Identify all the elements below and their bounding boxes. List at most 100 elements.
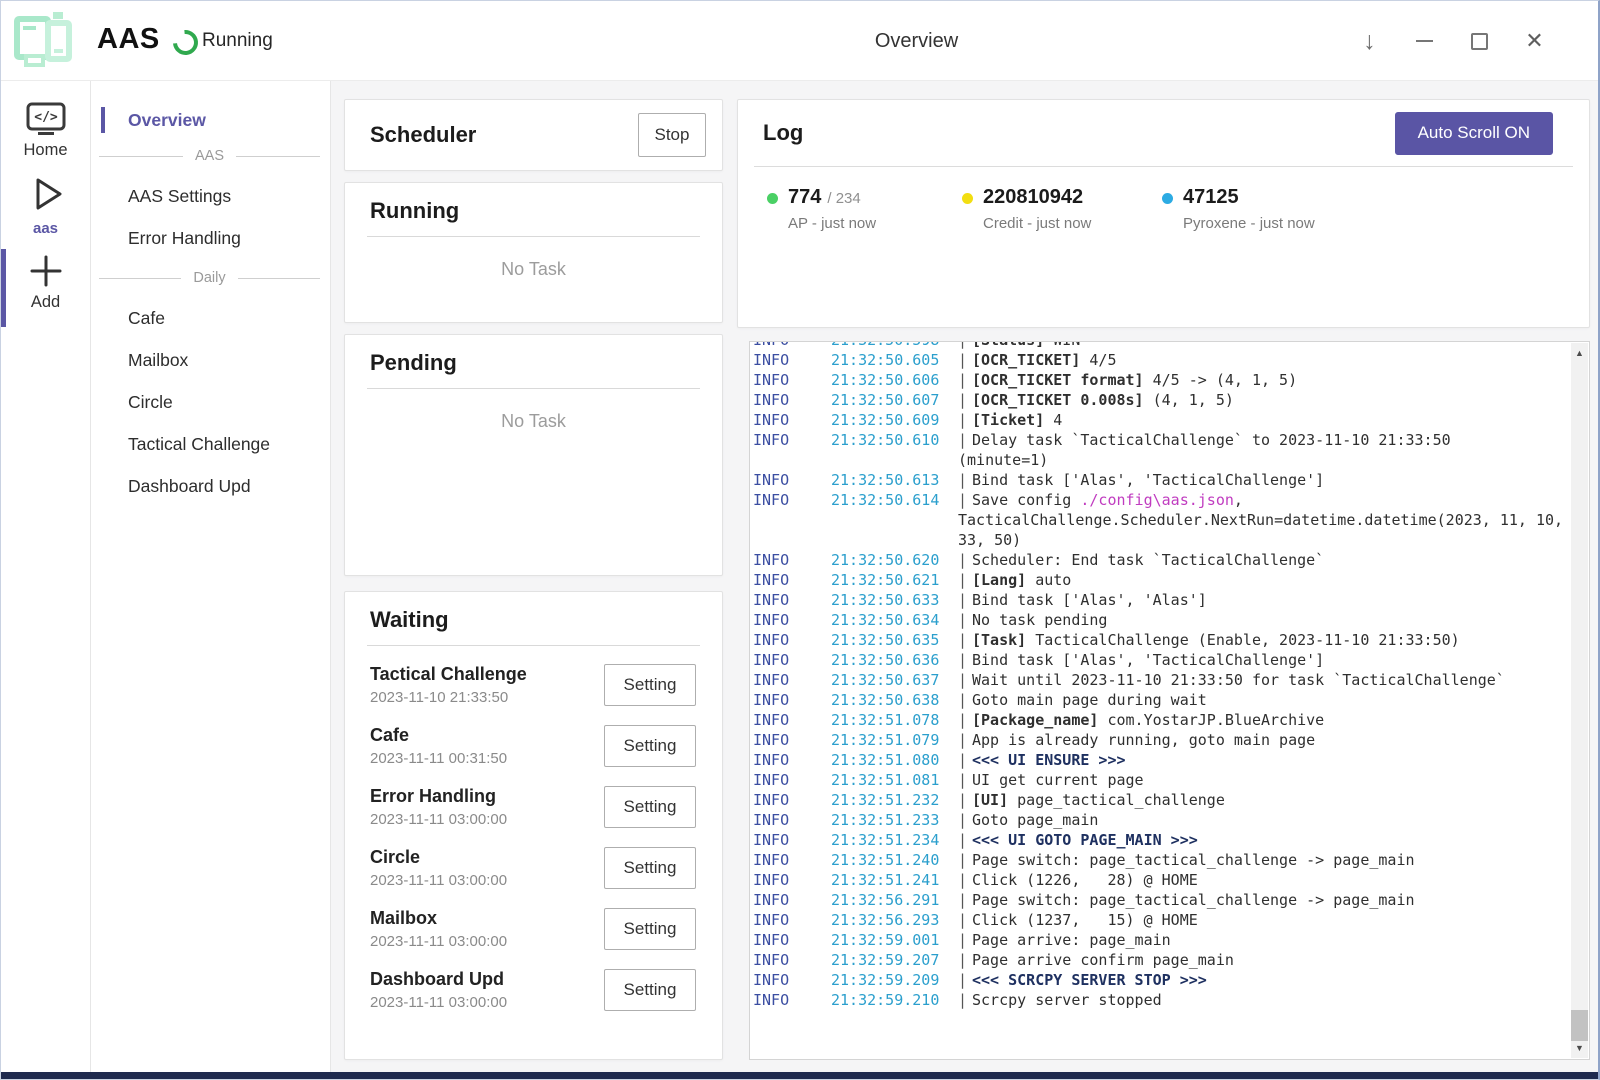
log-message: [Status] WIN [972,342,1080,350]
log-level: INFO [753,990,831,1010]
stat-ap: 774/ 234AP - just now [767,186,962,232]
log-message-segment: [OCR_TICKET] [972,351,1080,369]
rail-item-add[interactable]: Add [1,237,90,312]
log-line: 33, 50) [753,530,1571,550]
log-message-segment: Goto page_main [972,811,1098,829]
rail-item-aas[interactable]: aas [1,160,90,237]
update-download-button[interactable]: ↓ [1342,18,1397,64]
minimize-button[interactable] [1397,18,1452,64]
log-separator: | [958,750,972,770]
divider-line [238,278,320,279]
nav-item-dashboard-upd[interactable]: Dashboard Upd [91,465,330,507]
setting-button-circle[interactable]: Setting [604,847,696,889]
stop-button[interactable]: Stop [638,113,706,157]
nav-item-overview[interactable]: Overview [91,103,330,137]
nav-item-mailbox[interactable]: Mailbox [91,339,330,381]
app-logo [11,9,77,71]
rail-label-aas: aas [33,220,58,237]
waiting-list: Tactical Challenge2023-11-10 21:33:50Set… [345,654,722,1020]
nav-section-label: Daily [193,270,225,286]
log-separator: | [958,830,972,850]
maximize-button[interactable] [1452,18,1507,64]
log-separator: | [958,410,972,430]
log-level: INFO [753,370,831,390]
icon-rail: </> Home aas Add [1,81,91,1072]
divider-line [99,278,181,279]
log-message-segment: Scheduler: End task `TacticalChallenge` [972,551,1324,569]
log-timestamp: 21:32:51.240 [831,850,958,870]
log-separator: | [958,670,972,690]
log-message-segment: [Ticket] [972,411,1044,429]
waiting-task-time: 2023-11-11 03:00:00 [370,810,507,830]
auto-scroll-button[interactable]: Auto Scroll ON [1395,112,1553,155]
log-message: Save config ./config\aas.json, [972,490,1243,510]
setting-button-cafe[interactable]: Setting [604,725,696,767]
log-separator: | [958,710,972,730]
close-button[interactable]: ✕ [1507,18,1562,64]
nav-item-cafe[interactable]: Cafe [91,297,330,339]
log-message: Scheduler: End task `TacticalChallenge` [972,550,1324,570]
nav-item-error-handling[interactable]: Error Handling [91,217,330,259]
divider [367,388,700,389]
log-line: INFO21:32:50.636| Bind task ['Alas', 'Ta… [753,650,1571,670]
log-message: Delay task `TacticalChallenge` to 2023-1… [972,430,1451,450]
log-separator: | [958,390,972,410]
setting-button-error-handling[interactable]: Setting [604,786,696,828]
stat-value-row: 47125 [1183,186,1315,209]
log-message-segment: Wait until 2023-11-10 21:33:50 for task … [972,671,1505,689]
log-timestamp: 21:32:59.001 [831,930,958,950]
minimize-icon [1416,40,1433,42]
waiting-task-name: Circle [370,845,507,869]
scrollbar-up-icon[interactable]: ▲ [1571,345,1588,361]
stat-dot-icon [767,193,778,204]
log-timestamp: 21:32:50.636 [831,650,958,670]
log-message-segment: <<< SCRCPY SERVER STOP >>> [972,971,1207,989]
log-line: INFO21:32:51.232| [UI] page_tactical_cha… [753,790,1571,810]
log-timestamp [831,450,958,470]
nav-item-label: Circle [128,392,173,413]
stat-label: Credit - just now [983,215,1091,232]
log-separator: | [958,930,972,950]
log-timestamp: 21:32:51.241 [831,870,958,890]
log-line: INFO21:32:51.078| [Package_name] com.Yos… [753,710,1571,730]
nav-item-tactical-challenge[interactable]: Tactical Challenge [91,423,330,465]
log-line: INFO21:32:56.293| Click (1237, 15) @ HOM… [753,910,1571,930]
maximize-icon [1471,33,1488,50]
nav-item-circle[interactable]: Circle [91,381,330,423]
log-line: INFO21:32:51.081| UI get current page [753,770,1571,790]
nav-sidebar: Overview AAS AAS SettingsError Handling Dai… [91,81,331,1072]
setting-button-mailbox[interactable]: Setting [604,908,696,950]
nav-item-label: Cafe [128,308,165,329]
waiting-task-info: Mailbox2023-11-11 03:00:00 [370,906,507,952]
stat-label: Pyroxene - just now [1183,215,1315,232]
setting-button-tactical-challenge[interactable]: Setting [604,664,696,706]
stat-value-row: 220810942 [983,186,1091,209]
nav-section-label: AAS [195,148,224,164]
log-timestamp: 21:32:50.609 [831,410,958,430]
log-message: [Ticket] 4 [972,410,1062,430]
scheduler-title: Scheduler [370,122,476,148]
log-level: INFO [753,970,831,990]
log-line: TacticalChallenge.Scheduler.NextRun=date… [753,510,1571,530]
scrollbar-thumb[interactable] [1571,1010,1588,1041]
log-message-segment: Page switch: page_tactical_challenge -> … [972,851,1415,869]
log-separator: | [958,850,972,870]
log-scrollbar[interactable]: ▲ ▼ [1571,343,1588,1058]
nav-item-aas-settings[interactable]: AAS Settings [91,175,330,217]
log-timestamp: 21:32:51.232 [831,790,958,810]
log-message: TacticalChallenge.Scheduler.NextRun=date… [958,510,1571,530]
rail-item-home[interactable]: </> Home [1,81,90,160]
log-message-segment: UI get current page [972,771,1144,789]
main-content: Scheduler Stop Running No Task Pending N… [331,81,1598,1072]
log-message: [OCR_TICKET 0.008s] (4, 1, 5) [972,390,1234,410]
log-separator: | [958,430,972,450]
log-message: Page switch: page_tactical_challenge -> … [972,850,1415,870]
scrollbar-down-icon[interactable]: ▼ [1571,1040,1588,1056]
log-level: INFO [753,410,831,430]
log-level: INFO [753,550,831,570]
log-message-segment: No task pending [972,611,1107,629]
log-output[interactable]: INFO21:32:50.598| [Status] WININFO21:32:… [750,342,1571,1058]
log-level: INFO [753,870,831,890]
setting-button-dashboard-upd[interactable]: Setting [604,969,696,1011]
log-line: INFO21:32:50.634| No task pending [753,610,1571,630]
